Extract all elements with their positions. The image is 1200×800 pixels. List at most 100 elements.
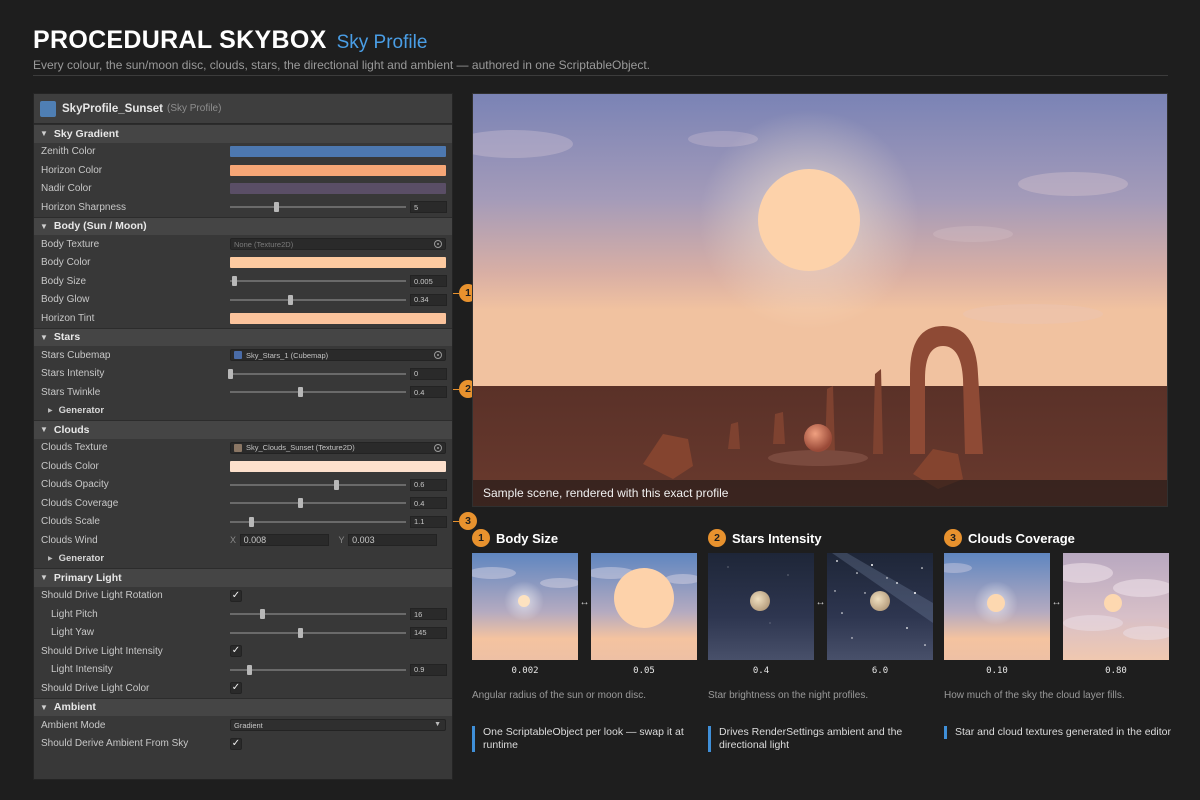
foldout-down-icon: ▼ — [40, 332, 48, 342]
body-size-input[interactable]: 0.005 — [410, 275, 447, 288]
field-zenith-color: Zenith Color — [34, 143, 452, 162]
object-picker-icon[interactable] — [434, 443, 442, 452]
drive-color-checkbox[interactable]: ✓ — [230, 682, 242, 695]
light-pitch-input[interactable]: 16 — [410, 608, 447, 621]
clouds-texture-field[interactable]: Sky_Clouds_Sunset (Texture2D) — [230, 441, 446, 454]
slider-knob[interactable] — [273, 202, 279, 213]
field-stars-twinkle: Stars Twinkle 0.4 — [34, 383, 452, 402]
field-body-texture: Body Texture None (Texture2D) — [34, 235, 452, 254]
comparison-title: Clouds Coverage — [968, 530, 1075, 546]
body-glow-input[interactable]: 0.34 — [410, 293, 447, 306]
slider-knob[interactable] — [247, 664, 253, 675]
section-stars[interactable]: ▼ Stars — [34, 327, 452, 346]
field-label: Stars Intensity — [41, 368, 105, 380]
field-label: Body Color — [41, 257, 91, 269]
body-glow-slider[interactable] — [230, 294, 406, 306]
object-field-value: Sky_Stars_1 (Cubemap) — [246, 350, 329, 360]
light-yaw-input[interactable]: 145 — [410, 626, 447, 639]
field-label: Clouds Texture — [41, 442, 108, 454]
section-title: Body (Sun / Moon) — [53, 220, 147, 233]
stars-twinkle-input[interactable]: 0.4 — [410, 386, 447, 399]
comparison-left-value: 0.4 — [752, 666, 770, 676]
stars-generator-foldout[interactable]: ▶ Generator — [34, 402, 452, 421]
section-ambient[interactable]: ▼ Ambient — [34, 697, 452, 716]
field-clouds-texture: Clouds Texture Sky_Clouds_Sunset (Texture… — [34, 439, 452, 458]
clouds-coverage-input[interactable]: 0.4 — [410, 497, 447, 510]
foldout-right-icon: ▶ — [48, 408, 53, 415]
stars-low-thumbnail — [708, 553, 814, 660]
field-label: Body Texture — [41, 238, 100, 250]
slider-knob[interactable] — [228, 368, 233, 379]
light-intensity-slider[interactable] — [230, 664, 406, 676]
comparison-title: Stars Intensity — [732, 530, 822, 546]
nadir-color-swatch[interactable] — [230, 183, 446, 195]
slider-knob[interactable] — [259, 609, 265, 620]
horizon-sharpness-input[interactable]: 5 — [410, 201, 447, 214]
stars-cubemap-field[interactable]: Sky_Stars_1 (Cubemap) — [230, 349, 446, 362]
clouds-color-swatch[interactable] — [230, 460, 446, 472]
clouds-scale-input[interactable]: 1.1 — [410, 515, 447, 528]
clouds-opacity-input[interactable]: 0.6 — [410, 478, 447, 491]
field-label: Clouds Coverage — [41, 497, 119, 509]
comparison-description: How much of the sky the cloud layer fill… — [944, 690, 1125, 701]
object-picker-icon[interactable] — [434, 351, 442, 360]
slider-knob[interactable] — [287, 294, 293, 305]
section-body[interactable]: ▼ Body (Sun / Moon) — [34, 216, 452, 235]
field-nadir-color: Nadir Color — [34, 180, 452, 199]
foldout-label: Generator — [58, 405, 105, 417]
stars-twinkle-slider[interactable] — [230, 386, 406, 398]
clouds-generator-foldout[interactable]: ▶ Generator — [34, 550, 452, 569]
field-label: Should Drive Light Intensity — [41, 645, 163, 657]
section-clouds[interactable]: ▼ Clouds — [34, 420, 452, 439]
field-light-intensity: Light Intensity 0.9 — [34, 661, 452, 680]
light-intensity-input[interactable]: 0.9 — [410, 663, 447, 676]
field-clouds-coverage: Clouds Coverage 0.4 — [34, 494, 452, 513]
field-label: Stars Cubemap — [41, 349, 111, 361]
light-pitch-slider[interactable] — [230, 608, 406, 620]
drive-intensity-checkbox[interactable]: ✓ — [230, 645, 242, 658]
slider-knob[interactable] — [298, 387, 304, 398]
slider-knob[interactable] — [298, 627, 304, 638]
comparison-left-value: 0.002 — [511, 666, 539, 676]
horizon-tint-swatch[interactable] — [230, 312, 446, 324]
clouds-wind-x-input[interactable]: 0.008 — [239, 534, 329, 547]
clouds-opacity-slider[interactable] — [230, 479, 406, 491]
section-title: Sky Gradient — [53, 127, 119, 140]
slider-knob[interactable] — [231, 276, 237, 287]
derive-ambient-checkbox[interactable]: ✓ — [230, 737, 242, 750]
slider-knob[interactable] — [249, 516, 255, 527]
page-header: PROCEDURAL SKYBOX Sky Profile Every colo… — [33, 26, 1168, 72]
clouds-coverage-slider[interactable] — [230, 497, 406, 509]
field-body-color: Body Color — [34, 254, 452, 273]
light-yaw-slider[interactable] — [230, 627, 406, 639]
section-primary-light[interactable]: ▼ Primary Light — [34, 568, 452, 587]
field-label: Should Drive Light Color — [41, 682, 150, 694]
drive-rotation-checkbox[interactable]: ✓ — [230, 589, 242, 602]
zenith-color-swatch[interactable] — [230, 146, 446, 158]
clouds-scale-slider[interactable] — [230, 516, 406, 528]
body-color-swatch[interactable] — [230, 257, 446, 269]
scene-render — [473, 94, 1167, 506]
note-editor-generation: Star and cloud textures generated in the… — [944, 726, 1174, 739]
clouds-high-thumbnail — [1063, 553, 1169, 660]
stars-high-thumbnail — [827, 553, 933, 660]
stars-intensity-input[interactable]: 0 — [410, 367, 447, 380]
object-picker-icon[interactable] — [434, 240, 442, 249]
slider-knob[interactable] — [298, 498, 304, 509]
cubemap-icon — [234, 351, 242, 360]
comparison-badge: 1 — [472, 529, 490, 547]
ambient-mode-dropdown[interactable]: Gradient ▼ — [230, 719, 446, 732]
stars-intensity-slider[interactable] — [228, 368, 406, 380]
slider-knob[interactable] — [333, 479, 339, 490]
field-clouds-scale: Clouds Scale 1.1 — [34, 513, 452, 532]
section-sky-gradient[interactable]: ▼ Sky Gradient — [34, 124, 452, 143]
clouds-wind-y-input[interactable]: 0.003 — [348, 534, 437, 547]
horizon-sharpness-slider[interactable] — [230, 201, 406, 213]
object-field-value: None (Texture2D) — [234, 239, 294, 249]
body-size-slider[interactable] — [230, 275, 406, 287]
horizon-color-swatch[interactable] — [230, 164, 446, 176]
field-horizon-color: Horizon Color — [34, 161, 452, 180]
body-size-large-thumbnail — [591, 553, 697, 660]
field-label: Body Glow — [41, 294, 90, 306]
body-texture-field[interactable]: None (Texture2D) — [230, 238, 446, 251]
